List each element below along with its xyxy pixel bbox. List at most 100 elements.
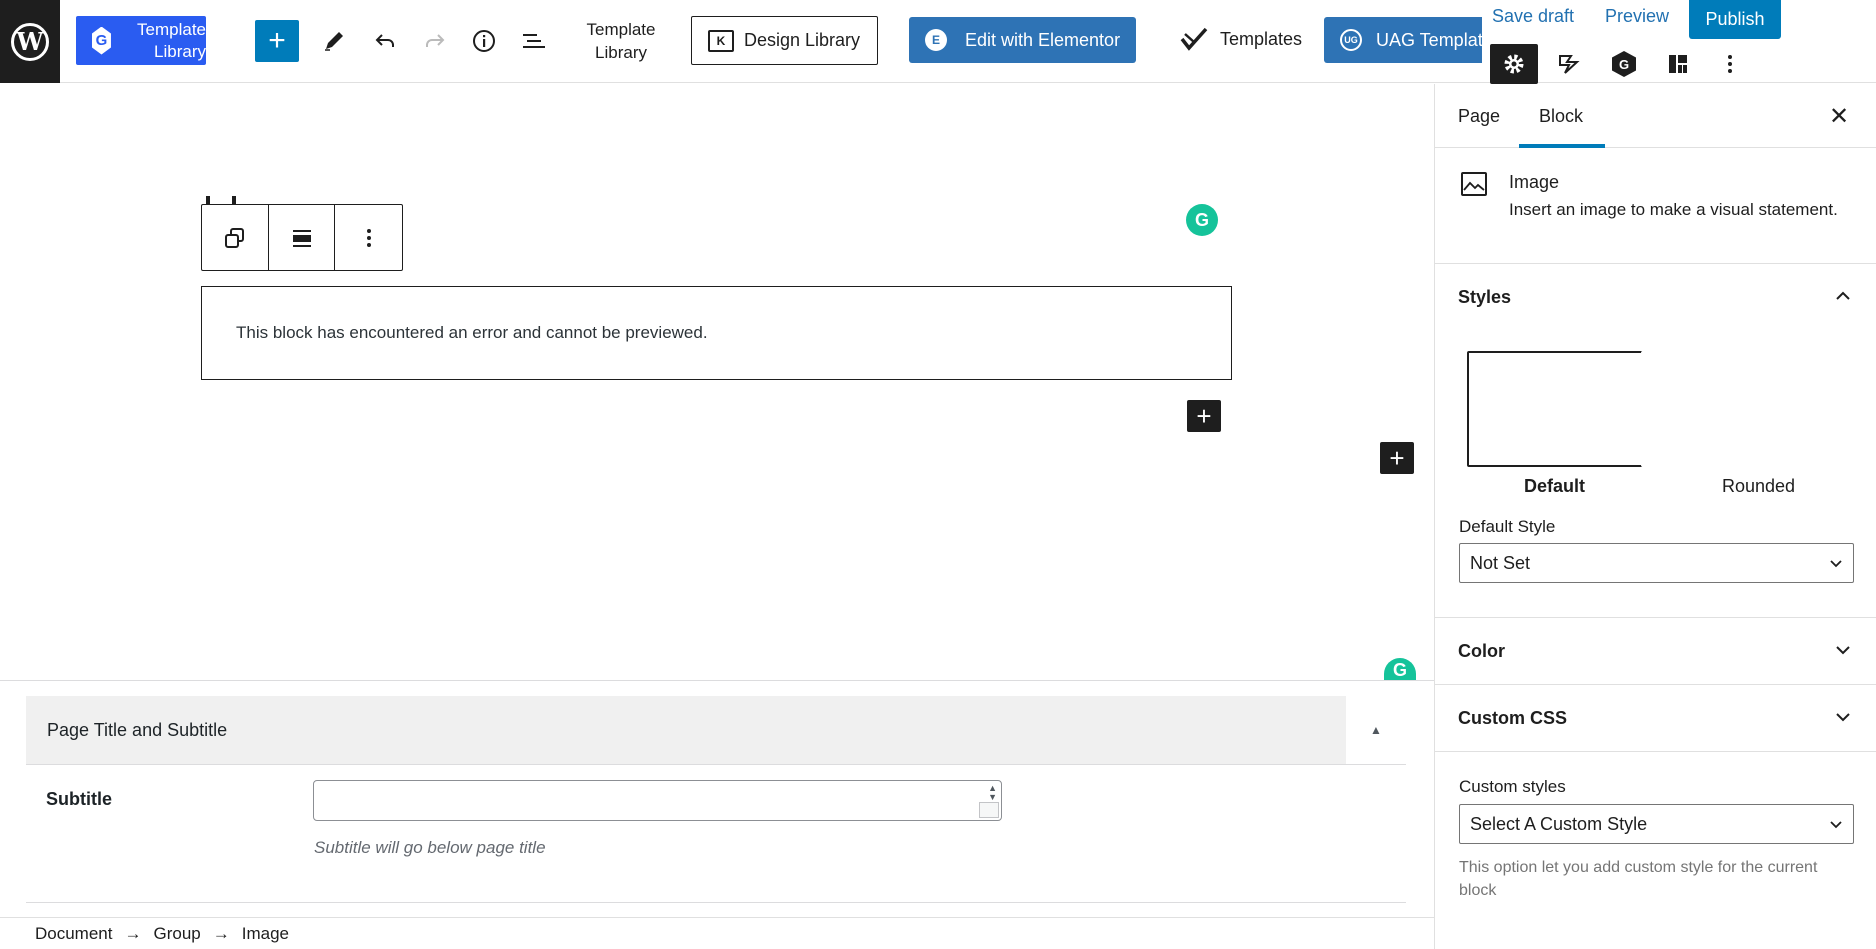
redo-icon: [426, 34, 445, 47]
templates-button[interactable]: Templates: [1180, 26, 1302, 52]
edit-with-elementor-label: Edit with Elementor: [965, 29, 1121, 50]
editor-header: W G Template Library + Template Library …: [0, 0, 1876, 84]
grammarly-icon[interactable]: G: [1384, 658, 1416, 680]
tools-button[interactable]: [316, 22, 352, 60]
settings-button[interactable]: [1490, 44, 1538, 84]
elementor-icon: E: [925, 29, 947, 51]
block-transform-button[interactable]: [202, 205, 269, 270]
more-vertical-icon: [366, 228, 371, 247]
close-sidebar-button[interactable]: ✕: [1829, 102, 1849, 131]
grammarly-icon[interactable]: G: [1186, 204, 1218, 236]
default-style-value: Not Set: [1470, 552, 1531, 573]
edit-with-elementor-button[interactable]: E Edit with Elementor: [909, 17, 1136, 63]
block-options-button[interactable]: [335, 205, 402, 270]
arrow-right-icon: →: [212, 923, 230, 943]
layout-button[interactable]: [1660, 46, 1696, 82]
template-library-link[interactable]: Template Library: [578, 18, 664, 64]
subtitle-hint: Subtitle will go below page title: [314, 838, 546, 857]
custom-styles-label: Custom styles: [1459, 777, 1566, 796]
uag-templates-label: UAG Templates: [1376, 29, 1482, 50]
plus-icon: +: [268, 24, 286, 57]
plus-icon: +: [1389, 442, 1405, 473]
custom-styles-value: Select A Custom Style: [1470, 813, 1648, 834]
subtitle-textarea[interactable]: ▲ ▼: [313, 780, 1002, 821]
template-library-button-label: Template Library: [137, 19, 206, 61]
metabox-title[interactable]: Page Title and Subtitle: [26, 696, 1346, 764]
metabox-collapse-button[interactable]: ▲: [1346, 696, 1406, 764]
save-draft-button[interactable]: Save draft: [1492, 6, 1574, 27]
custom-css-heading: Custom CSS: [1458, 707, 1568, 728]
spectra-button[interactable]: [1552, 46, 1588, 82]
block-error-message: This block has encountered an error and …: [201, 286, 1232, 380]
details-button[interactable]: [466, 22, 502, 60]
styles-heading: Styles: [1458, 286, 1512, 307]
block-drag-handle[interactable]: [206, 196, 240, 204]
gear-icon: [1504, 54, 1524, 74]
block-inserter-button[interactable]: +: [1187, 400, 1221, 432]
undo-button[interactable]: [367, 22, 403, 60]
scroll-arrows-icon[interactable]: ▲ ▼: [988, 784, 997, 802]
triangle-up-icon: ▲: [1370, 723, 1382, 737]
gutenverse-hex-icon: G: [1612, 51, 1636, 77]
preview-button[interactable]: Preview: [1605, 6, 1669, 27]
list-view-button[interactable]: [516, 22, 552, 60]
chevron-down-icon: [1836, 646, 1850, 655]
wordpress-icon: W: [11, 22, 49, 61]
style-option-default-label: Default: [1524, 476, 1586, 496]
style-option-default[interactable]: [1467, 351, 1643, 467]
style-option-rounded-label: Rounded: [1722, 476, 1796, 496]
breadcrumb-group[interactable]: Group: [153, 924, 200, 944]
redo-button[interactable]: [417, 22, 453, 60]
divider: [1435, 751, 1876, 752]
custom-css-panel-toggle[interactable]: Custom CSS: [1435, 685, 1876, 751]
default-style-label: Default Style: [1459, 517, 1556, 536]
editor-canvas: G This block has encountered an error an…: [0, 84, 1434, 680]
block-align-button[interactable]: [269, 205, 336, 270]
resize-handle[interactable]: [979, 802, 999, 818]
block-inserter-button[interactable]: +: [1380, 442, 1414, 474]
default-style-select[interactable]: Not Set: [1459, 543, 1854, 583]
gutenverse-button[interactable]: G: [1606, 46, 1642, 82]
add-block-button[interactable]: +: [255, 20, 299, 62]
color-panel-toggle[interactable]: Color: [1435, 618, 1876, 684]
list-view-icon: [523, 34, 545, 48]
chevron-down-icon: [1830, 821, 1842, 829]
divider: [26, 902, 1406, 903]
sidebar-tabs: Page Block ✕: [1435, 84, 1876, 148]
wordpress-logo-button[interactable]: W: [0, 0, 60, 83]
template-library-button[interactable]: G Template Library: [76, 16, 206, 65]
design-library-button[interactable]: K Design Library: [691, 16, 878, 65]
image-icon: [1461, 172, 1487, 196]
color-heading: Color: [1458, 640, 1505, 661]
uag-templates-button[interactable]: UG UAG Templates: [1324, 17, 1482, 63]
spectra-icon: [1559, 55, 1580, 74]
checkmark-logo-icon: [1180, 27, 1208, 51]
options-button[interactable]: [1712, 46, 1748, 82]
page-title-metabox: Page Title and Subtitle ▲ Subtitle ▲ ▼ Su…: [0, 680, 1434, 917]
publish-button[interactable]: Publish: [1689, 0, 1781, 39]
style-option-rounded[interactable]: [1641, 351, 1817, 467]
arrow-right-icon: →: [124, 923, 142, 943]
pencil-icon: [325, 32, 343, 51]
plus-icon: +: [1196, 400, 1212, 431]
breadcrumb-document[interactable]: Document: [35, 924, 112, 944]
gutenverse-icon: G: [92, 26, 111, 55]
more-vertical-icon: [1728, 55, 1732, 73]
svg-text:G: G: [1619, 57, 1629, 72]
chevron-up-icon: [1836, 291, 1850, 300]
block-breadcrumb: Document → Group → Image: [0, 917, 1434, 949]
undo-icon: [375, 34, 394, 47]
tab-block[interactable]: Block: [1539, 106, 1583, 127]
uag-icon: UG: [1340, 29, 1362, 51]
custom-styles-help: This option let you add custom style for…: [1459, 859, 1818, 899]
divider: [26, 764, 1406, 765]
info-icon: [473, 30, 495, 52]
close-icon: ✕: [1829, 103, 1850, 130]
tab-page[interactable]: Page: [1458, 106, 1500, 127]
duplicate-icon: [224, 227, 244, 248]
templates-label: Templates: [1220, 28, 1303, 49]
custom-styles-select[interactable]: Select A Custom Style: [1459, 804, 1854, 844]
styles-panel-toggle[interactable]: Styles: [1435, 264, 1876, 330]
block-toolbar: [201, 204, 403, 271]
chevron-down-icon: [1836, 713, 1850, 722]
